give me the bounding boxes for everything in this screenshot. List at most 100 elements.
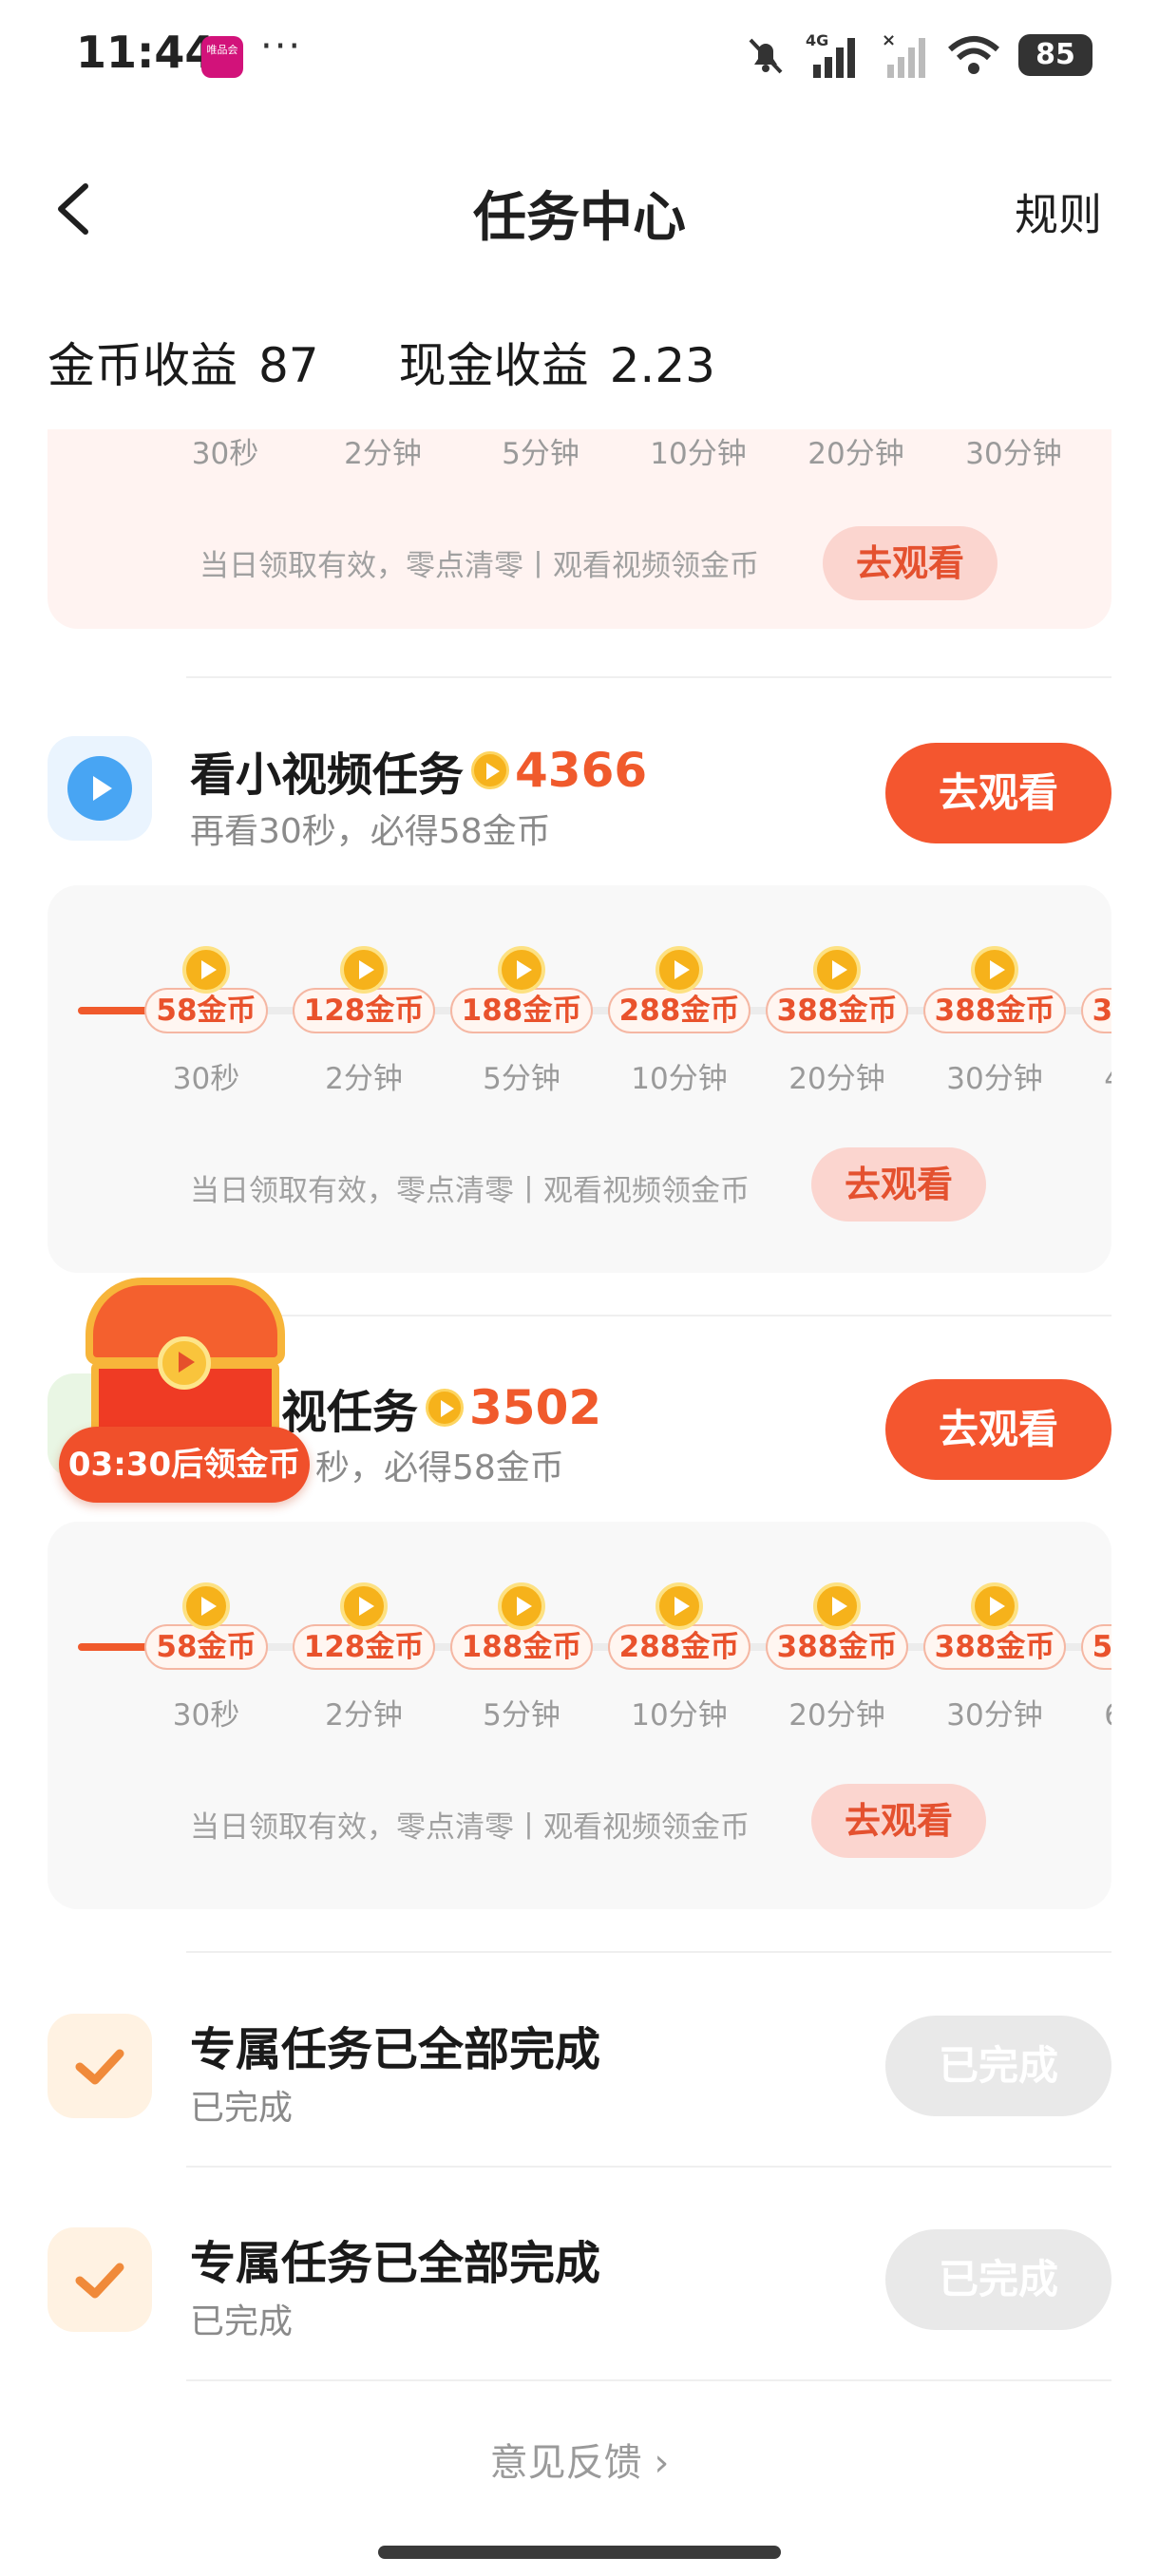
task-progress-card: 58金币 30秒 128金币 2分钟 188金币 5分钟 288金币 10分钟 …	[48, 1522, 1112, 1909]
cash-earnings-label: 现金收益	[398, 338, 589, 393]
chest-play-icon	[158, 1336, 211, 1390]
coin-icon	[971, 946, 1018, 994]
coin-icon	[182, 1582, 230, 1630]
watch-button[interactable]: 去观看	[885, 743, 1112, 843]
coin-icon	[426, 1389, 465, 1427]
card-note: 当日领取有效，零点清零丨观看视频领金币	[190, 1174, 750, 1208]
coin-icon	[971, 1582, 1018, 1630]
status-bar: 11:44 唯品会 ··· 4G × 85	[0, 0, 1159, 114]
play-icon	[67, 756, 132, 821]
task-progress-card: 58金币 30秒 128金币 2分钟 188金币 5分钟 288金币 10分钟 …	[48, 885, 1112, 1273]
milestone-reward: 388金币	[922, 1624, 1067, 1670]
feedback-link[interactable]: 意见反馈 ›	[0, 2432, 1159, 2487]
task-coin-amount: 4366	[515, 743, 648, 798]
milestone-reward: 588金币	[1080, 1624, 1112, 1670]
task-coin-amount: 3502	[469, 1380, 602, 1435]
check-icon	[75, 2049, 124, 2085]
task-title: 视任务	[281, 1386, 419, 1439]
completed-button[interactable]: 已完成	[885, 2229, 1112, 2330]
milestone: 588金币 60分钟	[1074, 1582, 1112, 1733]
coin-icon	[340, 1582, 388, 1630]
milestone: 388金币 20分钟	[758, 1582, 916, 1733]
coin-icon	[498, 946, 545, 994]
milestone-reward: 188金币	[449, 988, 594, 1033]
milestone-time: 40分钟	[1074, 1054, 1112, 1097]
watch-button-secondary[interactable]: 去观看	[811, 1784, 986, 1858]
milestone-time: 30秒	[191, 437, 259, 471]
task-subtitle: 秒，必得58金币	[315, 1449, 564, 1487]
coin-earnings[interactable]: 金币收益 87	[48, 328, 319, 396]
milestone: 388金币 20分钟	[758, 946, 916, 1097]
milestone-time: 20分钟	[788, 1062, 885, 1096]
milestone-time: 5分钟	[502, 437, 580, 471]
milestone-reward: 58金币	[144, 1624, 268, 1670]
milestone-time: 5分钟	[483, 1062, 560, 1096]
chest-countdown-badge[interactable]: 03:30后领金币	[59, 1427, 310, 1503]
status-time: 11:44	[76, 27, 216, 78]
divider	[186, 2379, 1112, 2381]
chevron-right-icon: ›	[654, 2441, 670, 2485]
check-icon	[75, 2263, 124, 2299]
card-note: 当日领取有效，零点清零丨观看视频领金币	[200, 549, 759, 583]
status-indicators: 4G × 85	[743, 28, 1092, 82]
milestone-time: 5分钟	[483, 1698, 560, 1733]
milestone-time: 30分钟	[946, 1062, 1043, 1096]
milestone-time: 20分钟	[788, 1698, 885, 1733]
video-task-icon	[48, 736, 152, 841]
divider	[186, 1315, 1112, 1316]
milestone-time: 30分钟	[946, 1698, 1043, 1733]
home-indicator[interactable]	[378, 2546, 781, 2559]
task-title: 看小视频任务	[190, 748, 465, 802]
cash-earnings[interactable]: 现金收益 2.23	[399, 328, 715, 396]
coin-icon	[813, 946, 861, 994]
completed-task-title: 专属任务已全部完成	[190, 2023, 601, 2076]
task-title-row: 视任务 3502	[281, 1374, 601, 1441]
watch-button[interactable]: 去观看	[885, 1379, 1112, 1480]
milestone: 58金币 30秒	[127, 946, 285, 1097]
completed-button[interactable]: 已完成	[885, 2016, 1112, 2116]
cash-earnings-value: 2.23	[609, 338, 715, 393]
completed-task-title: 专属任务已全部完成	[190, 2237, 601, 2290]
milestone-time: 30分钟	[965, 437, 1062, 471]
milestone-time: 10分钟	[650, 437, 747, 471]
milestone: 128金币 2分钟	[285, 946, 443, 1097]
svg-text:×: ×	[882, 30, 896, 50]
milestone-reward: 288金币	[607, 1624, 751, 1670]
task-subtitle: 再看30秒，必得58金币	[190, 812, 551, 851]
task-progress-card-partial: 30秒 2分钟 5分钟 10分钟 20分钟 30分钟 当日领取有效，零点清零丨观…	[48, 429, 1112, 629]
more-notifications-icon: ···	[260, 25, 303, 68]
divider	[186, 1951, 1112, 1953]
milestone: 58金币 30秒	[127, 1582, 285, 1733]
milestone-time: 2分钟	[325, 1062, 403, 1096]
coin-icon	[498, 1582, 545, 1630]
milestone-reward: 128金币	[292, 1624, 436, 1670]
milestone-time: 10分钟	[631, 1698, 728, 1733]
earnings-summary: 金币收益 87 现金收益 2.23	[48, 328, 715, 396]
network-type-label: 4G	[806, 31, 828, 49]
milestone-time: 2分钟	[325, 1698, 403, 1733]
watch-button-secondary[interactable]: 去观看	[811, 1147, 986, 1222]
milestone-time: 60分钟	[1074, 1691, 1112, 1733]
completed-task-subtitle: 已完成	[190, 2302, 294, 2341]
milestone-reward: 188金币	[449, 1624, 594, 1670]
coin-earnings-value: 87	[258, 338, 319, 393]
divider	[186, 676, 1112, 678]
coin-earnings-label: 金币收益	[48, 338, 238, 393]
milestone: 388金币 30分钟	[916, 946, 1074, 1097]
milestone-time: 30秒	[172, 1062, 240, 1096]
checkmark-icon	[48, 2014, 152, 2118]
coin-icon	[340, 946, 388, 994]
milestone-time: 20分钟	[808, 437, 904, 471]
cellular-signal-icon: 4G	[806, 31, 855, 78]
milestone: 288金币 10分钟	[600, 1582, 758, 1733]
rules-link[interactable]: 规则	[1015, 180, 1102, 243]
page-title: 任务中心	[473, 187, 686, 249]
milestone: 388金币 40分钟	[1074, 946, 1112, 1097]
milestone: 388金币 30分钟	[916, 1582, 1074, 1733]
checkmark-icon	[48, 2227, 152, 2332]
coin-icon	[656, 1582, 703, 1630]
feedback-label: 意见反馈	[489, 2441, 642, 2485]
nav-header: 任务中心 规则	[0, 161, 1159, 256]
milestone-reward: 58金币	[144, 988, 268, 1033]
watch-button-secondary[interactable]: 去观看	[823, 526, 998, 600]
